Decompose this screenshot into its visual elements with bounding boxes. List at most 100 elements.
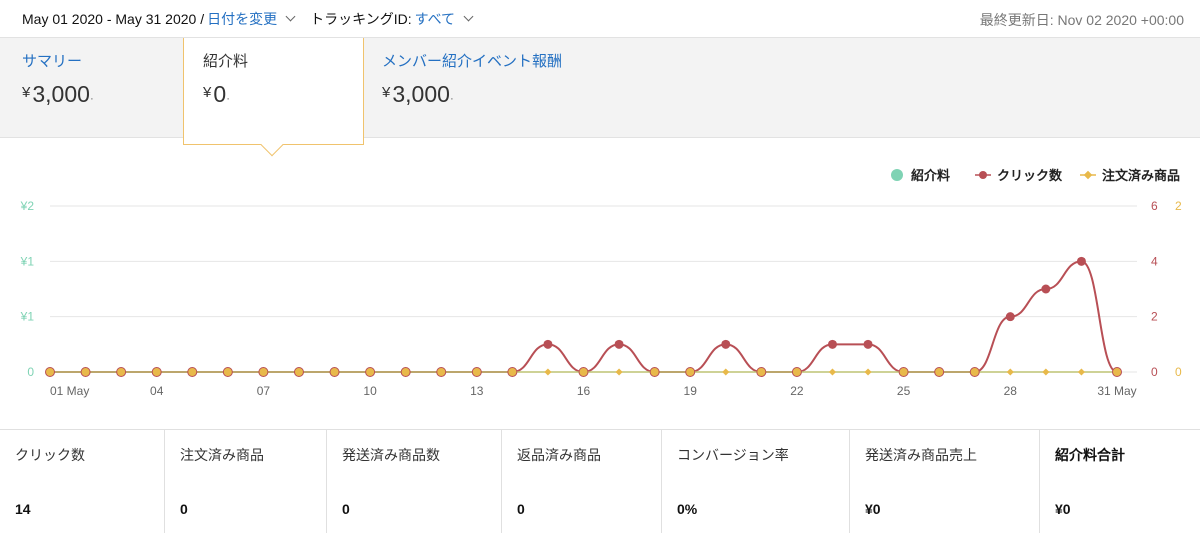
- stat-label: 返品済み商品: [517, 447, 601, 463]
- x-tick-label: 19: [684, 384, 698, 398]
- orders-point: [864, 368, 872, 376]
- stat-label: コンバージョン率: [677, 447, 789, 463]
- tab-referral-fee[interactable]: 紹介料 ¥0·: [183, 38, 364, 157]
- orders-point: [187, 367, 198, 377]
- stat-value: 0: [342, 501, 350, 517]
- y-right-tick-label: 0: [1175, 365, 1182, 379]
- stat-shipped-revenue: 発送済み商品売上 ¥0: [850, 430, 1040, 533]
- orders-point: [222, 367, 233, 377]
- orders-point: [898, 367, 909, 377]
- stat-label: 発送済み商品数: [342, 447, 440, 463]
- orders-point: [80, 367, 91, 377]
- tracking-id-label: トラッキングID:: [310, 10, 412, 27]
- orders-point: [45, 367, 55, 377]
- stat-value: ¥0: [865, 501, 881, 517]
- stat-ordered-items: 注文済み商品 0: [165, 430, 327, 533]
- legend-marker-fee: [891, 169, 903, 181]
- x-tick-label: 13: [470, 384, 484, 398]
- orders-point: [507, 367, 518, 377]
- y-right-tick-label: 2: [1175, 199, 1182, 213]
- clicks-point: [721, 339, 731, 349]
- orders-point: [756, 367, 767, 377]
- orders-point: [685, 367, 696, 377]
- stats-row: クリック数 14 注文済み商品 0 発送済み商品数 0 返品済み商品 0 コンバ…: [0, 429, 1200, 533]
- chart-grid: [50, 205, 1137, 373]
- stat-label: 発送済み商品売上: [865, 447, 977, 463]
- stat-returned-items: 返品済み商品 0: [502, 430, 662, 533]
- x-tick-label: 10: [363, 384, 377, 398]
- chevron-down-icon[interactable]: [285, 11, 296, 22]
- tab-summary[interactable]: サマリー ¥3,000·: [22, 38, 94, 138]
- report-header: May 01 2020 - May 31 2020 / 日付を変更 トラッキング…: [0, 0, 1200, 37]
- clicks-point: [827, 339, 837, 349]
- orders-point: [436, 367, 447, 377]
- orders-point: [1077, 368, 1085, 376]
- line-chart: 紹介料 クリック数 注文済み商品 0 ¥1 ¥1 ¥2 0 2 4 6 0 2 01 May 04 07 10…: [20, 168, 1182, 398]
- x-tick-label: 31 May: [1097, 384, 1136, 398]
- tab-fee-value: ¥0·: [203, 81, 231, 107]
- orders-point: [116, 367, 127, 377]
- stat-value: 0: [517, 501, 525, 517]
- legend-label: クリック数: [997, 168, 1063, 183]
- orders-point: [293, 367, 304, 377]
- legend-label: 注文済み商品: [1102, 168, 1180, 183]
- x-tick-label: 25: [897, 384, 911, 398]
- orders-point: [365, 367, 376, 377]
- orders-point: [471, 367, 482, 377]
- stat-value: 0: [180, 501, 188, 517]
- orders-point: [151, 367, 162, 377]
- stat-conversion: コンバージョン率 0%: [662, 430, 850, 533]
- stat-label: 紹介料合計: [1055, 447, 1125, 463]
- stat-total-fee: 紹介料合計 ¥0: [1040, 430, 1200, 533]
- legend-marker-orders: [1083, 170, 1093, 180]
- orders-point: [1112, 367, 1122, 377]
- y-mid-tick-label: 0: [1151, 365, 1158, 379]
- tab-member-label: メンバー紹介イベント報酬: [382, 53, 563, 70]
- stat-value: 14: [15, 501, 31, 517]
- y-left-tick-label: ¥1: [20, 254, 35, 268]
- tab-member-value: ¥3,000·: [382, 81, 454, 107]
- legend-label: 紹介料: [911, 168, 950, 183]
- x-tick-label: 01 May: [50, 384, 89, 398]
- orders-point: [544, 368, 552, 376]
- tracking-id-select[interactable]: すべて: [415, 9, 455, 29]
- orders-point: [791, 367, 802, 377]
- orders-point: [578, 367, 589, 377]
- orders-point: [722, 368, 730, 376]
- orders-point: [329, 367, 340, 377]
- change-date-link[interactable]: 日付を変更: [207, 9, 277, 29]
- orders-point: [934, 367, 945, 377]
- x-tick-label: 22: [790, 384, 804, 398]
- orders-point: [258, 367, 269, 377]
- y-left-tick-label: ¥1: [20, 310, 35, 324]
- clicks-point: [1076, 256, 1086, 266]
- x-tick-label: 04: [150, 384, 164, 398]
- chart-legend: 紹介料 クリック数 注文済み商品: [891, 168, 1180, 183]
- earnings-chart: 紹介料 クリック数 注文済み商品 0 ¥1 ¥1 ¥2 0 2 4 6 0 2 01 May 04 07 10…: [0, 138, 1200, 428]
- tab-member-bounty[interactable]: メンバー紹介イベント報酬 ¥3,000·: [382, 38, 562, 138]
- clicks-point: [1041, 284, 1051, 294]
- y-mid-tick-label: 2: [1151, 310, 1158, 324]
- y-left-tick-label: ¥2: [20, 199, 35, 213]
- last-updated: 最終更新日: Nov 02 2020 +00:00: [979, 12, 1184, 28]
- y-mid-tick-label: 6: [1151, 199, 1158, 213]
- orders-point: [615, 368, 623, 376]
- clicks-point: [863, 339, 873, 349]
- legend-marker-clicks: [979, 171, 987, 179]
- orders-point: [828, 368, 837, 376]
- summary-strip: サマリー ¥3,000· 紹介料 ¥0· メンバー紹介イベント報酬 ¥3,000…: [0, 37, 1200, 157]
- orders-point: [649, 367, 660, 377]
- date-range: May 01 2020 - May 31 2020 /: [22, 10, 205, 27]
- clicks-point: [614, 339, 624, 349]
- tab-summary-value: ¥3,000·: [22, 81, 94, 107]
- stat-shipped-items: 発送済み商品数 0: [327, 430, 502, 533]
- orders-point: [1006, 368, 1014, 376]
- x-tick-label: 28: [1004, 384, 1018, 398]
- orders-point: [400, 367, 411, 377]
- stat-value: 0%: [677, 501, 698, 517]
- stat-label: 注文済み商品: [180, 447, 264, 463]
- orders-point: [1042, 368, 1050, 376]
- orders-point: [969, 367, 980, 377]
- y-left-tick-label: 0: [27, 365, 34, 379]
- chevron-down-icon[interactable]: [463, 11, 474, 22]
